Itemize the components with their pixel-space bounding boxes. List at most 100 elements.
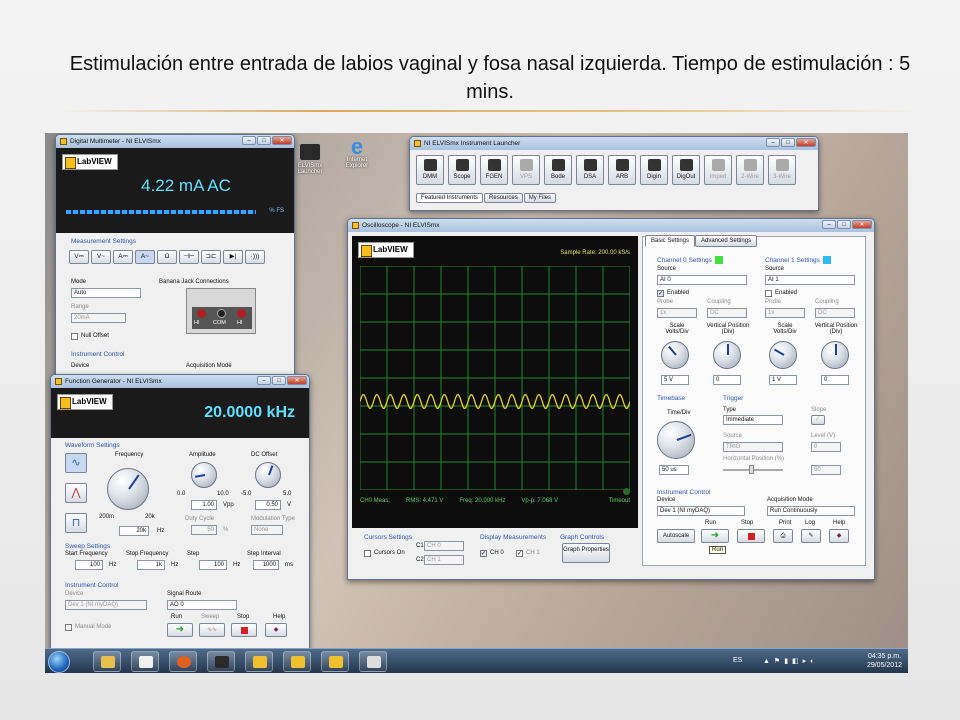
minimize-button[interactable]: – [242,136,256,145]
launch-3wire-button[interactable]: 3-Wire [768,155,796,185]
language-indicator[interactable]: ES [733,657,742,664]
minimize-button[interactable]: – [766,138,780,147]
launch-dsa-button[interactable]: DSA [576,155,604,185]
amplitude-knob[interactable] [191,462,217,488]
stop-button[interactable] [737,529,765,543]
square-wave-button[interactable]: ⊓ [65,513,87,533]
manual-mode-checkbox[interactable] [65,624,72,631]
ch0-scale-knob[interactable] [661,341,689,369]
autoscale-button[interactable]: Autoscale [657,529,695,543]
minimize-button[interactable]: – [257,376,271,385]
desktop-icon-elvis[interactable]: ELVISmx Launcher [290,143,330,175]
maximize-button[interactable]: □ [272,376,286,385]
range-select[interactable]: 20mA [71,313,126,323]
dc-amps-button[interactable]: A⎓ [113,250,133,264]
tab-basic-settings[interactable]: Basic Settings [645,235,696,247]
dc-offset-knob[interactable] [255,462,281,488]
maximize-button[interactable]: □ [257,136,271,145]
ch1-probe-select[interactable]: 1x [765,308,805,318]
close-button[interactable]: ✕ [287,376,307,385]
start-button[interactable] [48,651,70,673]
cursors-on-checkbox[interactable] [364,550,371,557]
ch1-enabled-checkbox[interactable] [765,290,772,297]
ch0-probe-select[interactable]: 1x [657,308,697,318]
launch-scope-button[interactable]: Scope [448,155,476,185]
step-field[interactable]: 100 [199,560,227,570]
frequency-knob[interactable] [107,468,149,510]
tab-featured[interactable]: Featured Instruments [416,193,484,203]
tray-icons[interactable]: ▲⚑▮◧▸◐ [763,657,818,665]
launch-digout-button[interactable]: DigOut [672,155,700,185]
close-button[interactable]: ✕ [852,220,872,229]
ch0-enabled-checkbox[interactable]: ✓ [657,290,664,297]
amplitude-field[interactable]: 1.00 [191,500,217,510]
desktop-icon-ie[interactable]: e Internet Explorer [337,136,377,170]
maximize-button[interactable]: □ [837,220,851,229]
launch-dmm-button[interactable]: DMM [416,155,444,185]
sine-wave-button[interactable]: ∿ [65,453,87,473]
dc-offset-field[interactable]: 0.50 [255,500,281,510]
taskbar-labview-2[interactable] [283,651,311,672]
scope-titlebar[interactable]: Oscilloscope - NI ELVISmx – □ ✕ [348,219,874,232]
ch0-vpos-knob[interactable] [713,341,741,369]
ch0-source-select[interactable]: AI 0 [657,275,747,285]
modulation-select[interactable]: None [251,525,283,535]
hpos-slider[interactable] [723,465,783,474]
inductance-button[interactable]: ⊐⊏ [201,250,221,264]
log-button[interactable]: ✎ [801,529,821,543]
dmm-titlebar[interactable]: Digital Multimeter - NI ELVISmx – □ ✕ [56,135,294,148]
continuity-button[interactable]: ·))) [245,250,265,264]
launch-vps-button[interactable]: VPS [512,155,540,185]
launch-arb-button[interactable]: ARB [608,155,636,185]
maximize-button[interactable]: □ [781,138,795,147]
hpos-field[interactable]: 50 [811,465,841,475]
close-button[interactable]: ✕ [272,136,292,145]
launch-imped-button[interactable]: Imped [704,155,732,185]
ch0-coupling-select[interactable]: DC [707,308,747,318]
trigger-type-select[interactable]: Immediate [723,415,783,425]
taskbar-explorer[interactable] [93,651,121,672]
start-frequency-field[interactable]: 100 [75,560,103,570]
diode-button[interactable]: ▶| [223,250,243,264]
ac-amps-button[interactable]: A~ [135,250,155,264]
fgen-run-button[interactable]: ➜ [167,623,193,637]
ac-volts-button[interactable]: V~ [91,250,111,264]
frequency-field[interactable]: 20k [119,526,149,536]
time-div-field[interactable]: 50 us [659,465,689,475]
dc-volts-button[interactable]: V⎓ [69,250,89,264]
taskbar-labview-1[interactable] [245,651,273,672]
fgen-sweep-button[interactable]: ∿∿ [199,623,225,637]
triangle-wave-button[interactable]: ⋀ [65,483,87,503]
print-button[interactable]: ⎙ [773,529,793,543]
ch1-coupling-select[interactable]: DC [815,308,855,318]
launch-digin-button[interactable]: DigIn [640,155,668,185]
fgen-device-select[interactable]: Dev 1 (NI myDAQ) [65,600,147,610]
launch-bode-button[interactable]: Bode [544,155,572,185]
ch0-scale-field[interactable]: 5 V [661,375,689,385]
tab-advanced-settings[interactable]: Advanced Settings [695,235,758,247]
taskbar-media[interactable] [169,651,197,672]
signal-route-select[interactable]: AO 0 [167,600,237,610]
graph-properties-button[interactable]: Graph Properties [562,543,610,563]
step-interval-field[interactable]: 1000 [253,560,279,570]
taskbar-app-2[interactable] [131,651,159,672]
launcher-titlebar[interactable]: NI ELVISmx Instrument Launcher – □ ✕ [410,137,818,150]
launch-fgen-button[interactable]: FGEN [480,155,508,185]
ch1-source-select[interactable]: AI 1 [765,275,855,285]
fgen-stop-button[interactable] [231,623,257,637]
taskbar-labview-3[interactable] [321,651,349,672]
minimize-button[interactable]: – [822,220,836,229]
scope-device-select[interactable]: Dev 1 (NI myDAQ) [657,506,745,516]
scope-graph[interactable] [360,266,630,490]
clock[interactable]: 04:35 p.m. 29/05/2012 [867,652,902,670]
capacitance-button[interactable]: ⊣⊢ [179,250,199,264]
duty-cycle-field[interactable]: 50 [191,525,217,535]
taskbar-elvis[interactable] [207,651,235,672]
ch1-scale-field[interactable]: 1 V [769,375,797,385]
ch1-scale-knob[interactable] [769,341,797,369]
fgen-titlebar[interactable]: Function Generator - NI ELVISmx – □ ✕ [51,375,309,388]
run-button[interactable]: ➜ [701,529,729,543]
mode-select[interactable]: Auto [71,288,141,298]
time-div-knob[interactable] [657,421,695,459]
ohms-button[interactable]: Ω [157,250,177,264]
